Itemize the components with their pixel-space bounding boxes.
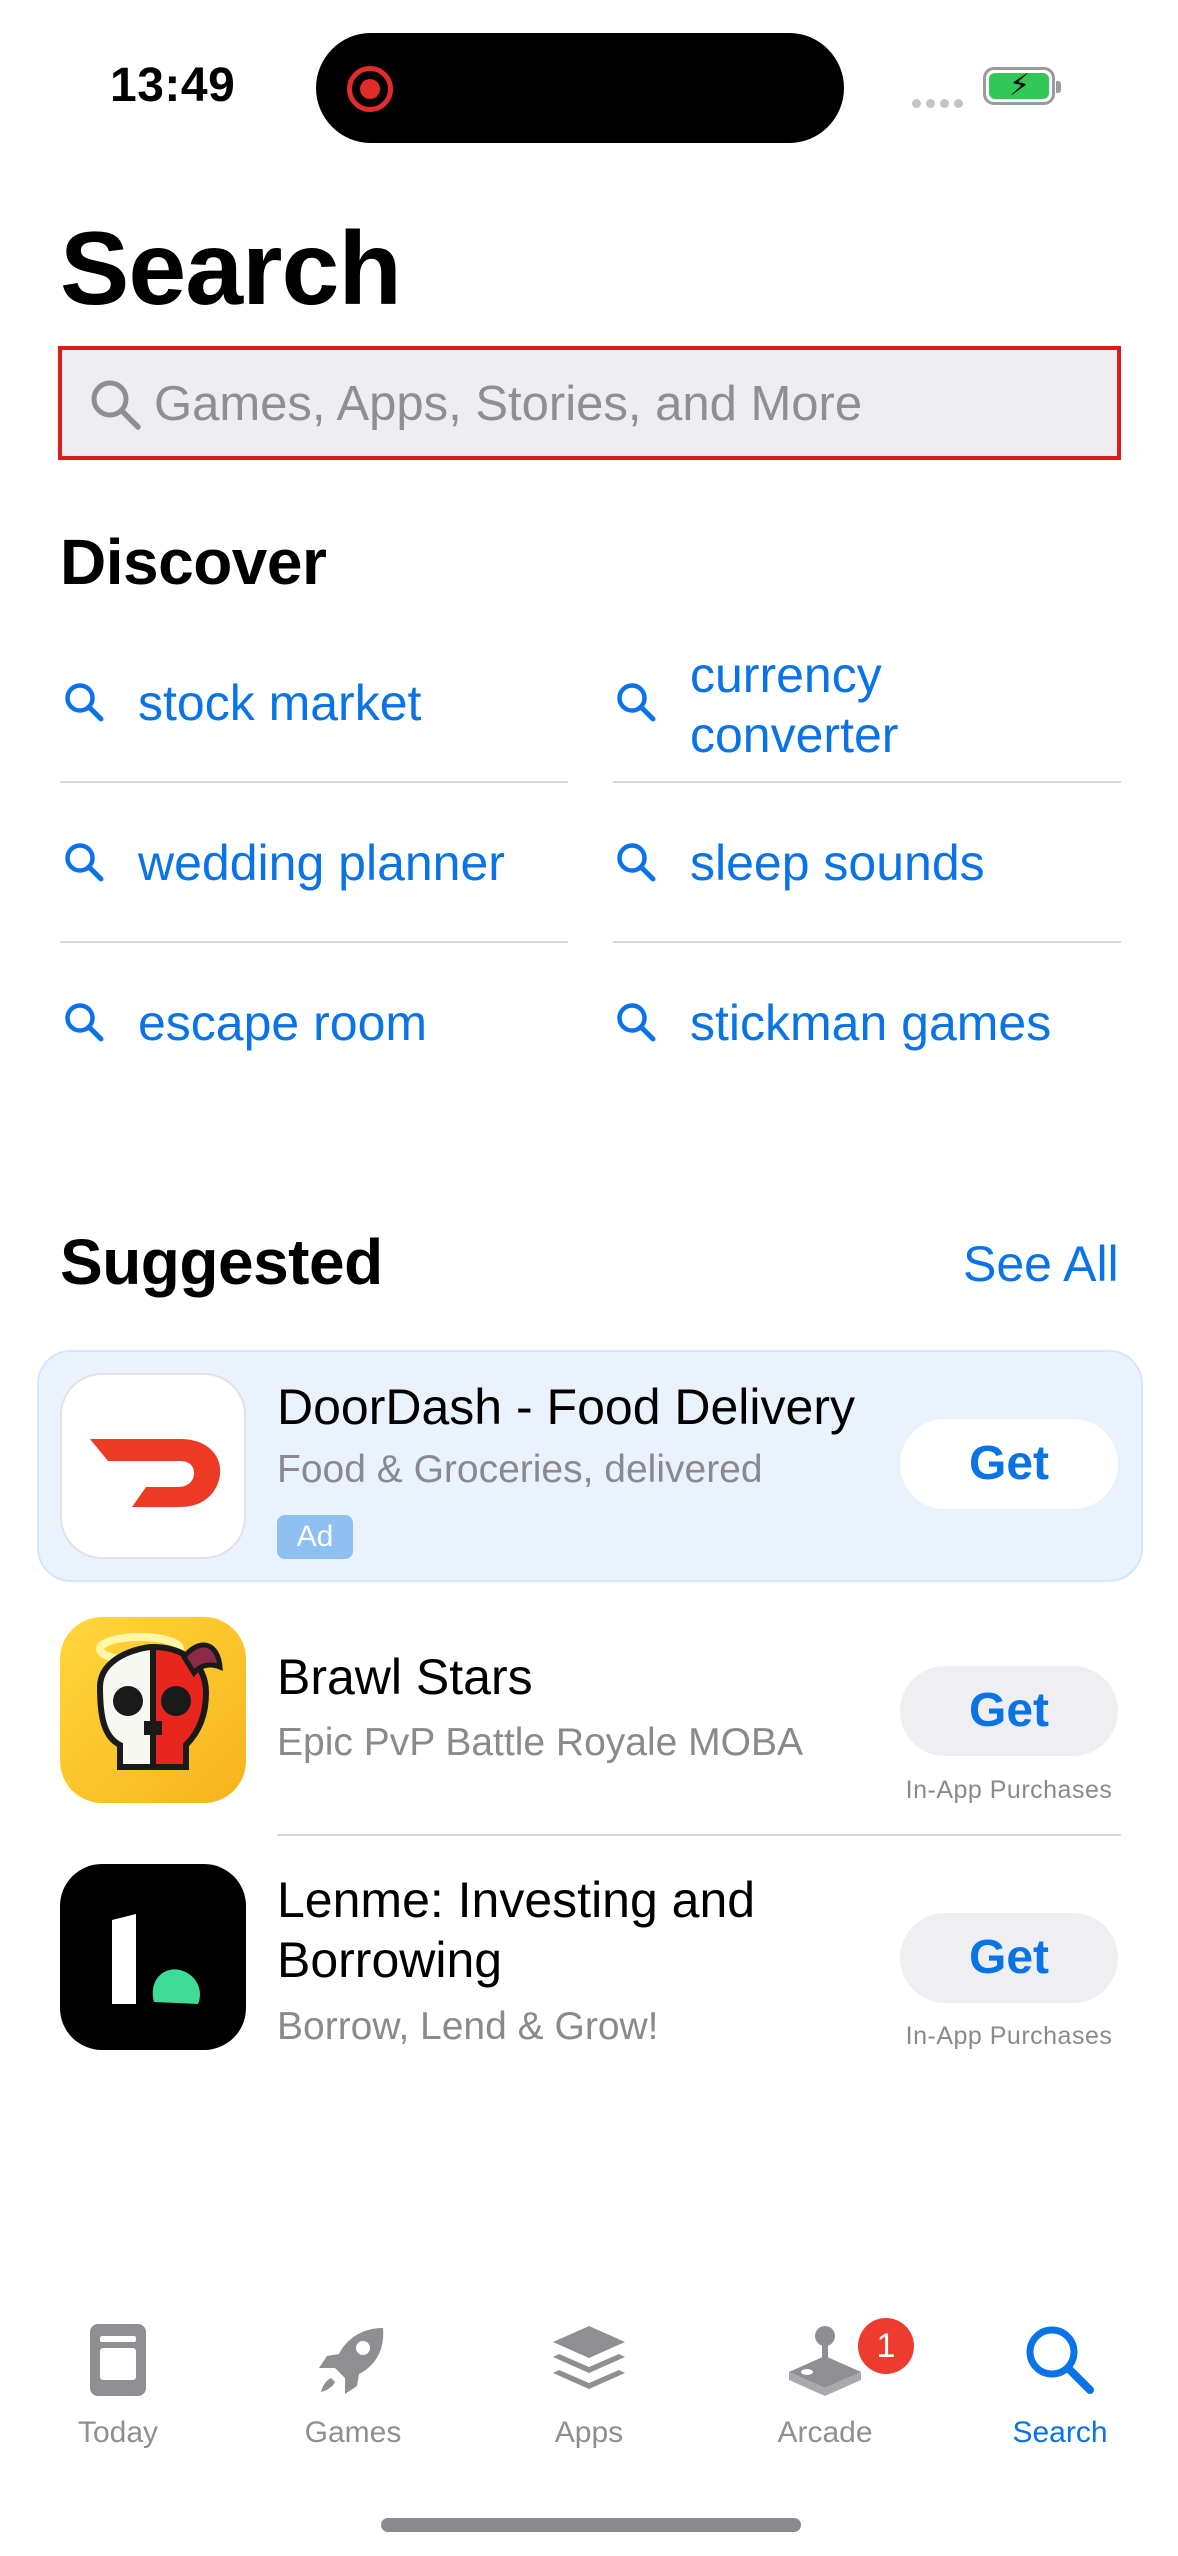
screen-recording-icon [347, 66, 393, 112]
search-icon [65, 843, 104, 882]
battery-charging-icon: ⚡ [983, 67, 1061, 105]
divider [60, 781, 568, 783]
tab-apps[interactable]: Apps [489, 2320, 689, 2460]
notification-badge: 1 [858, 2318, 914, 2374]
discover-item-label: sleep sounds [690, 835, 985, 891]
search-icon [617, 1003, 656, 1042]
search-icon [65, 1003, 104, 1042]
discover-heading: Discover [60, 526, 327, 598]
page-title: Search [60, 211, 402, 327]
rocket-icon [319, 2328, 384, 2394]
discover-item[interactable]: currency converter [612, 647, 1122, 808]
doordash-app-icon[interactable] [60, 1373, 246, 1559]
discover-item-label: wedding planner [138, 835, 505, 891]
app-name[interactable]: Lenme: Investing and Borrowing [277, 1870, 877, 1990]
discover-item[interactable]: stock market [60, 648, 570, 808]
lenme-app-icon[interactable] [60, 1864, 246, 2050]
search-icon [1026, 2326, 1094, 2394]
get-button[interactable]: Get [900, 1913, 1118, 2003]
discover-item[interactable]: escape room [60, 968, 570, 1128]
arcade-joystick-icon [789, 2326, 861, 2396]
in-app-purchases-note: In-App Purchases [905, 1776, 1113, 1804]
brawl-stars-app-icon[interactable] [60, 1617, 246, 1803]
tab-label: Today [77, 2416, 159, 2449]
today-icon [90, 2324, 146, 2396]
app-subtitle: Food & Groceries, delivered [277, 1448, 763, 1491]
tab-today[interactable]: Today [18, 2320, 218, 2460]
app-subtitle: Epic PvP Battle Royale MOBA [277, 1721, 804, 1764]
get-button[interactable]: Get [900, 1419, 1118, 1509]
search-field[interactable] [58, 346, 1121, 460]
discover-item-label: stickman games [690, 995, 1052, 1051]
app-subtitle: Borrow, Lend & Grow! [277, 2005, 659, 2048]
dynamic-island [316, 33, 844, 143]
status-bar: 13:49 ⚡ [0, 0, 1178, 150]
app-name[interactable]: DoorDash - Food Delivery [277, 1377, 855, 1437]
tab-label: Arcade [777, 2416, 873, 2449]
home-indicator[interactable] [381, 2518, 801, 2532]
tab-label: Apps [554, 2416, 624, 2449]
divider [277, 1834, 1121, 1836]
discover-item[interactable]: wedding planner [60, 808, 570, 968]
suggested-heading: Suggested [60, 1226, 383, 1298]
discover-item-label: escape room [138, 995, 428, 1051]
tab-search[interactable]: Search [960, 2320, 1160, 2460]
tab-games[interactable]: Games [253, 2320, 453, 2460]
search-icon [617, 683, 656, 722]
search-icon [65, 683, 104, 722]
discover-item-label: currency converter [690, 647, 899, 763]
apps-stack-icon [553, 2326, 625, 2389]
app-name[interactable]: Brawl Stars [277, 1647, 533, 1707]
cellular-signal-icon [912, 95, 968, 113]
discover-item[interactable]: stickman games [612, 968, 1122, 1128]
skull-logo-icon [96, 1633, 223, 1770]
discover-item[interactable]: sleep sounds [612, 808, 1122, 968]
doordash-logo-icon [90, 1439, 221, 1507]
status-time: 13:49 [110, 59, 236, 112]
tab-label: Games [304, 2416, 402, 2449]
lenme-logo-icon [112, 1914, 200, 2004]
ad-badge: Ad [277, 1515, 353, 1559]
divider [613, 941, 1121, 943]
in-app-purchases-note: In-App Purchases [905, 2022, 1113, 2050]
search-icon [617, 843, 656, 882]
discover-item-label: stock market [138, 675, 422, 731]
tab-label: Search [1012, 2416, 1108, 2449]
get-button[interactable]: Get [900, 1666, 1118, 1756]
search-input[interactable] [154, 364, 1094, 444]
divider [613, 781, 1121, 783]
see-all-link[interactable]: See All [963, 1235, 1119, 1293]
search-icon [91, 380, 141, 430]
divider [60, 941, 568, 943]
